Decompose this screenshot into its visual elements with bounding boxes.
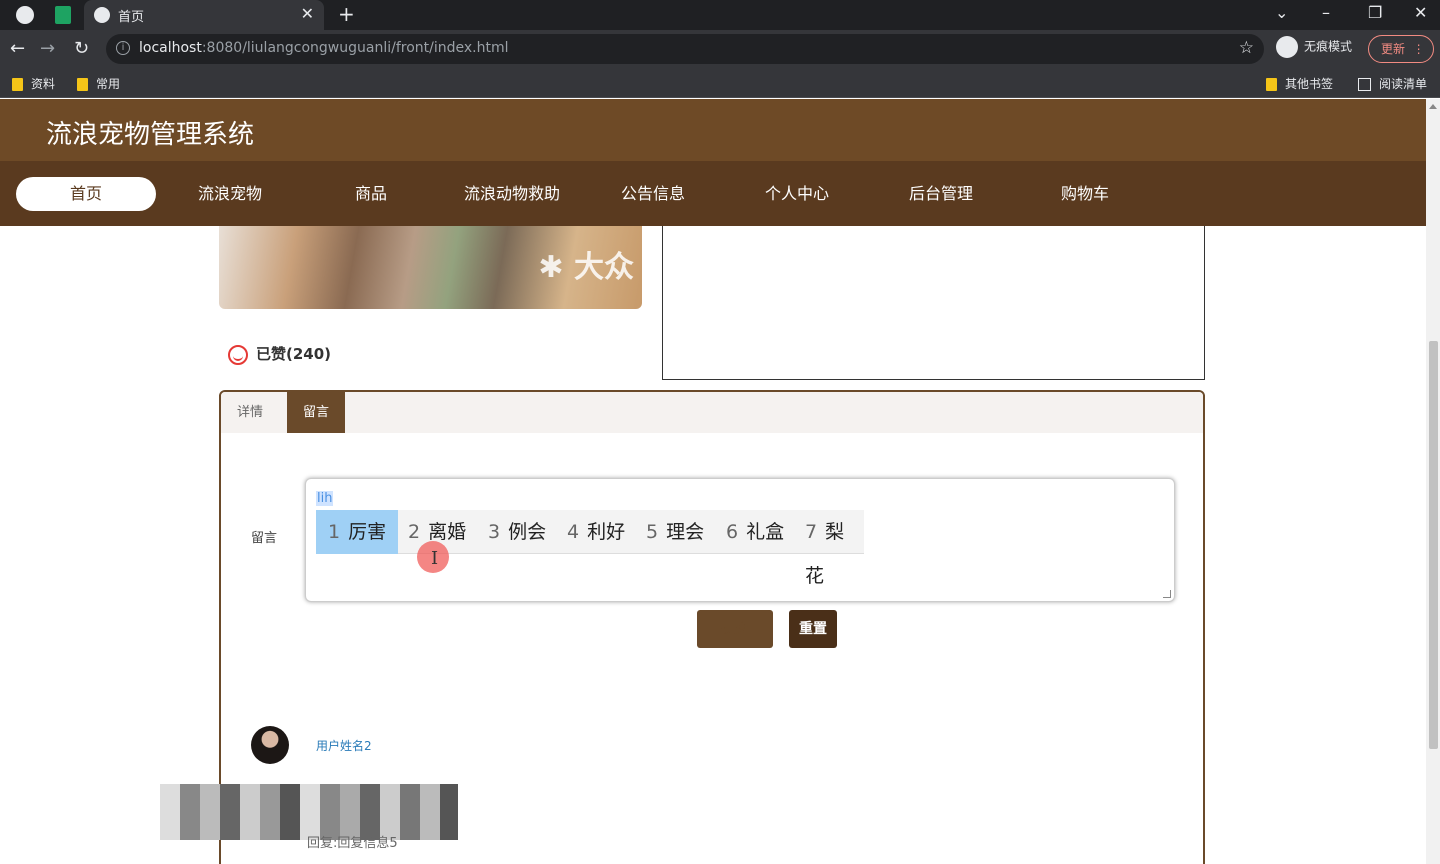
page-viewport: 流浪宠物管理系统 首页 流浪宠物 商品 流浪动物救助 公告信息 个人中心 后台管… [0, 99, 1440, 864]
text-cursor-icon: I [431, 548, 439, 569]
nav-item-cart[interactable]: 购物车 [1015, 177, 1155, 211]
pet-photo: ✱ 大众 [219, 226, 642, 309]
tab-close-icon[interactable]: ✕ [301, 4, 314, 23]
browser-tab-bar: 首页 ✕ + ⌄ – ❐ ✕ [0, 0, 1440, 30]
incognito-icon [1276, 36, 1298, 58]
pinned-tab-globe-icon[interactable] [16, 6, 34, 24]
bookmark-folder-ziliao[interactable]: 资料 [12, 75, 55, 92]
nav-item-admin[interactable]: 后台管理 [871, 177, 1011, 211]
folder-icon [12, 78, 23, 91]
nav-item-personal-center[interactable]: 个人中心 [727, 177, 867, 211]
reading-list[interactable]: 阅读清单 [1358, 75, 1427, 92]
reload-icon[interactable]: ↻ [74, 38, 89, 59]
pinned-tab-sheets-icon[interactable] [55, 6, 71, 24]
comment-label: 留言 [251, 531, 278, 546]
window-close-icon[interactable]: ✕ [1414, 3, 1427, 22]
folder-icon [77, 78, 88, 91]
main-nav: 首页 流浪宠物 商品 流浪动物救助 公告信息 个人中心 后台管理 购物车 [0, 161, 1426, 226]
pet-info-box [662, 226, 1205, 380]
tabs-header: 详情 留言 [221, 392, 1203, 433]
ime-candidate[interactable]: 7 梨花 [793, 510, 864, 587]
other-bookmarks[interactable]: 其他书签 [1266, 75, 1333, 92]
nav-item-home[interactable]: 首页 [16, 177, 156, 211]
folder-icon [1266, 78, 1277, 91]
site-header: 流浪宠物管理系统 [0, 99, 1426, 161]
comment-username[interactable]: 用户姓名2 [316, 737, 372, 754]
tab-title: 首页 [118, 10, 145, 25]
comment-reply: 回复:回复信息5 [307, 836, 398, 851]
address-bar[interactable]: i localhost:8080/liulangcongwuguanli/fro… [106, 34, 1264, 64]
reading-list-icon [1358, 78, 1371, 91]
reset-button[interactable]: 重置 [789, 610, 837, 648]
smile-icon [228, 344, 248, 365]
restore-icon[interactable]: ❐ [1368, 3, 1382, 22]
nav-item-stray-pets[interactable]: 流浪宠物 [160, 177, 300, 211]
site-info-icon[interactable]: i [116, 41, 130, 55]
minimize-icon[interactable]: – [1322, 3, 1330, 22]
site-title: 流浪宠物管理系统 [46, 120, 255, 150]
avatar [251, 726, 289, 764]
ime-candidate[interactable]: 4 利好 [555, 510, 637, 554]
ime-candidate-bar: 1 厉害 2 离婚 3 例会 4 利好 5 理会 6 礼盒 7 梨花 [316, 510, 864, 587]
nav-item-rescue[interactable]: 流浪动物救助 [442, 177, 582, 211]
photo-watermark: ✱ 大众 [538, 250, 634, 285]
browser-tab-active[interactable]: 首页 ✕ [84, 0, 324, 30]
url-text[interactable]: localhost:8080/liulangcongwuguanli/front… [139, 40, 509, 56]
forward-arrow-icon[interactable]: → [40, 38, 55, 59]
incognito-indicator[interactable]: 无痕模式 [1276, 36, 1352, 58]
ime-candidate[interactable]: 3 例会 [476, 510, 558, 554]
like-indicator[interactable]: 已赞(240) [228, 343, 331, 365]
nav-item-notices[interactable]: 公告信息 [583, 177, 723, 211]
bookmarks-bar: 资料 常用 其他书签 阅读清单 [0, 68, 1440, 98]
scrollbar-thumb[interactable] [1429, 341, 1438, 749]
ime-candidate[interactable]: 1 厉害 [316, 510, 399, 554]
back-arrow-icon[interactable]: ← [10, 38, 25, 59]
new-tab-plus-icon[interactable]: + [338, 2, 355, 26]
nav-item-goods[interactable]: 商品 [301, 177, 441, 211]
tab-details[interactable]: 详情 [221, 392, 279, 433]
ime-candidate[interactable]: 5 理会 [634, 510, 716, 554]
resize-handle[interactable] [1163, 590, 1171, 598]
ime-composition-text: lih [316, 491, 334, 506]
bookmark-star-icon[interactable]: ☆ [1239, 38, 1254, 58]
ime-candidate[interactable]: 6 礼盒 [714, 510, 796, 554]
tab-comments[interactable]: 留言 [287, 392, 346, 433]
tab-globe-icon [94, 7, 110, 23]
update-button[interactable]: 更新 ⋮ [1368, 35, 1434, 63]
browser-toolbar: ← → ↻ i localhost:8080/liulangcongwuguan… [0, 30, 1440, 68]
submit-button[interactable]: 提交 [697, 610, 773, 648]
bookmark-folder-changyong[interactable]: 常用 [77, 75, 120, 92]
page-scrollbar[interactable] [1426, 99, 1440, 864]
scroll-up-icon[interactable] [1429, 104, 1437, 109]
tab-search-chevron-icon[interactable]: ⌄ [1275, 3, 1288, 22]
